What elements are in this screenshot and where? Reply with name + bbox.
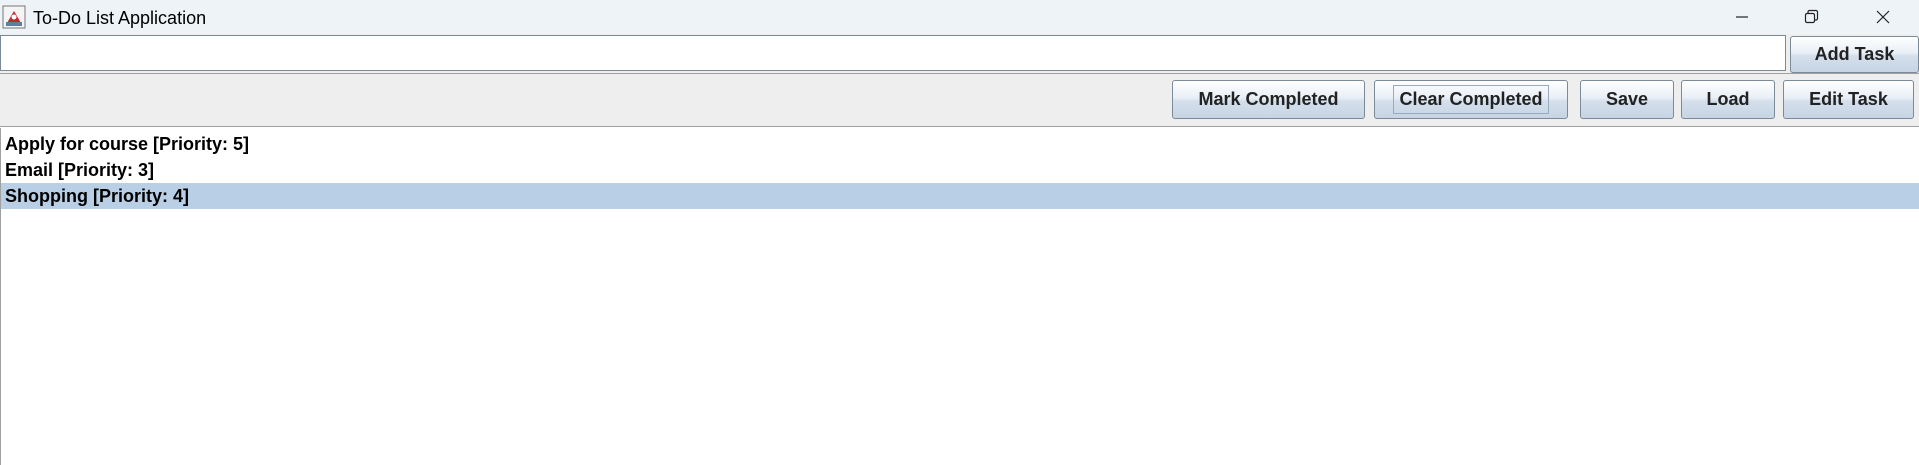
load-button[interactable]: Load <box>1681 80 1775 119</box>
task-item-shopping[interactable]: Shopping [Priority: 4] <box>1 183 1919 209</box>
window-title: To-Do List Application <box>33 8 207 28</box>
clear-completed-label: Clear Completed <box>1393 85 1549 114</box>
input-row <box>0 34 1919 73</box>
title-bar: To-Do List Application <box>0 0 1919 34</box>
add-task-button[interactable]: Add Task <box>1790 36 1919 73</box>
task-item-apply-for-course[interactable]: Apply for course [Priority: 5] <box>1 131 1919 157</box>
edit-task-button[interactable]: Edit Task <box>1783 80 1914 119</box>
restore-button[interactable] <box>1778 0 1844 34</box>
mark-completed-button[interactable]: Mark Completed <box>1172 80 1365 119</box>
clear-completed-button[interactable]: Clear Completed <box>1374 80 1568 119</box>
task-input[interactable] <box>0 35 1786 71</box>
restore-icon <box>1804 9 1819 24</box>
minimize-icon <box>1736 16 1748 18</box>
close-button[interactable] <box>1850 0 1916 34</box>
task-item-email[interactable]: Email [Priority: 3] <box>1 157 1919 183</box>
java-app-icon <box>2 5 26 29</box>
task-list[interactable]: Apply for course [Priority: 5] Email [Pr… <box>0 128 1919 465</box>
minimize-button[interactable] <box>1709 0 1775 34</box>
save-button[interactable]: Save <box>1580 80 1674 119</box>
close-icon <box>1876 10 1890 24</box>
